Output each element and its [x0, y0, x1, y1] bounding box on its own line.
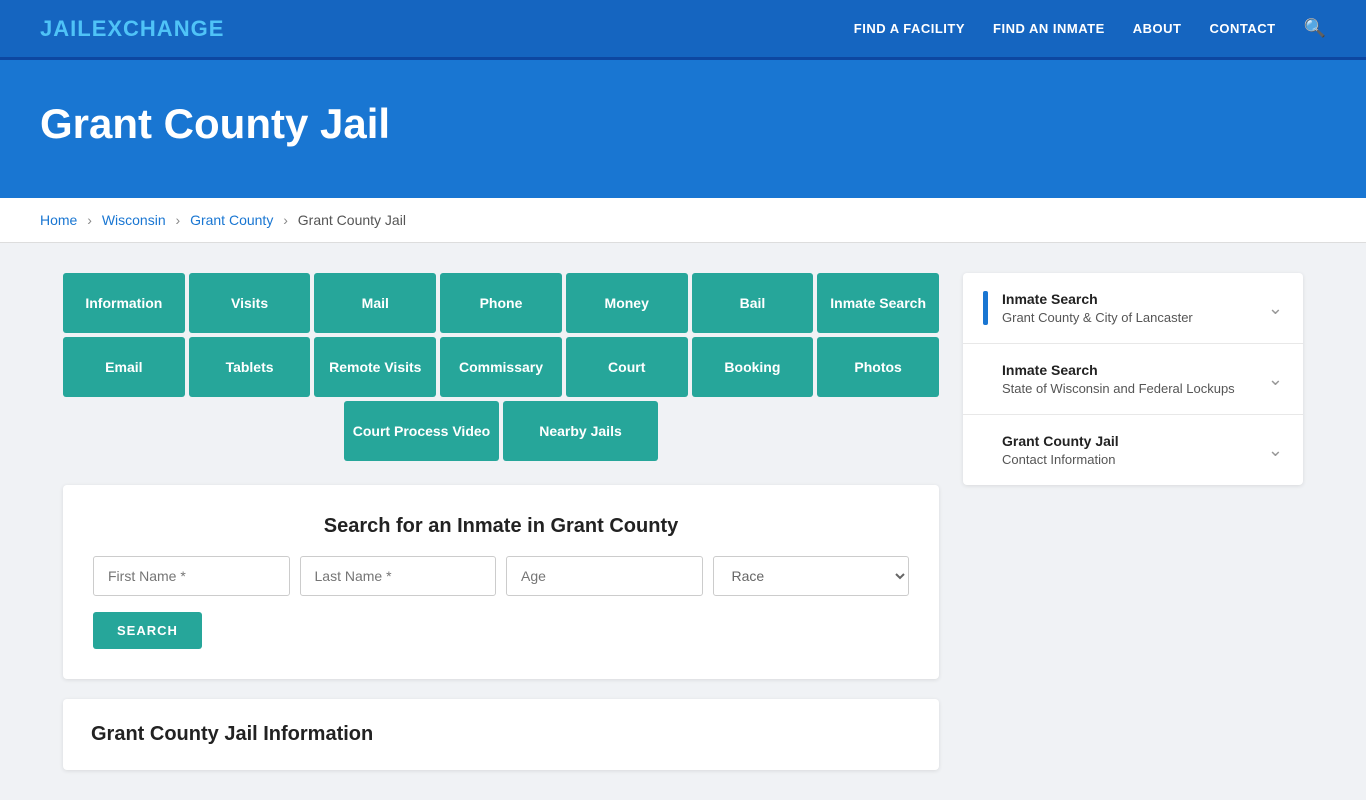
nav-links: FIND A FACILITY FIND AN INMATE ABOUT CON…: [854, 18, 1326, 39]
btn-mail[interactable]: Mail: [314, 273, 436, 333]
btn-remote-visits[interactable]: Remote Visits: [314, 337, 436, 397]
logo-jail: JAIL: [40, 16, 92, 41]
sidebar-item-left-3: Grant County Jail Contact Information: [983, 433, 1119, 467]
sidebar-contact-info[interactable]: Grant County Jail Contact Information ⌄: [963, 415, 1303, 485]
btn-court[interactable]: Court: [566, 337, 688, 397]
nav-about[interactable]: ABOUT: [1133, 21, 1182, 36]
sidebar-title-3: Grant County Jail: [1002, 433, 1119, 449]
chevron-down-icon-1: ⌄: [1268, 298, 1283, 319]
logo-exchange: EXCHANGE: [92, 16, 225, 41]
right-sidebar: Inmate Search Grant County & City of Lan…: [963, 273, 1303, 485]
sidebar-subtitle-3: Contact Information: [1002, 452, 1119, 467]
main-content: Information Visits Mail Phone Money Bail…: [33, 273, 1333, 770]
first-name-input[interactable]: [93, 556, 290, 596]
breadcrumb-sep-2: ›: [176, 212, 181, 228]
sidebar-accent-3: [983, 433, 988, 467]
sidebar-item-left-1: Inmate Search Grant County & City of Lan…: [983, 291, 1193, 325]
sidebar-inmate-search-local[interactable]: Inmate Search Grant County & City of Lan…: [963, 273, 1303, 344]
btn-email[interactable]: Email: [63, 337, 185, 397]
btn-tablets[interactable]: Tablets: [189, 337, 311, 397]
btn-information[interactable]: Information: [63, 273, 185, 333]
search-icon[interactable]: 🔍: [1304, 18, 1326, 39]
chevron-down-icon-2: ⌄: [1268, 369, 1283, 390]
sidebar-subtitle-1: Grant County & City of Lancaster: [1002, 310, 1193, 325]
btn-inmate-search[interactable]: Inmate Search: [817, 273, 939, 333]
sidebar-text-3: Grant County Jail Contact Information: [1002, 433, 1119, 467]
breadcrumb-wisconsin[interactable]: Wisconsin: [102, 212, 166, 228]
page-title: Grant County Jail: [40, 100, 1326, 148]
btn-booking[interactable]: Booking: [692, 337, 814, 397]
search-fields: Race White Black Hispanic Asian Other: [93, 556, 909, 596]
nav-contact[interactable]: CONTACT: [1209, 21, 1275, 36]
sidebar-text-1: Inmate Search Grant County & City of Lan…: [1002, 291, 1193, 325]
btn-photos[interactable]: Photos: [817, 337, 939, 397]
info-title: Grant County Jail Information: [91, 723, 911, 746]
sidebar-card: Inmate Search Grant County & City of Lan…: [963, 273, 1303, 485]
grid-row-2: Email Tablets Remote Visits Commissary C…: [63, 337, 939, 397]
left-column: Information Visits Mail Phone Money Bail…: [63, 273, 939, 770]
btn-phone[interactable]: Phone: [440, 273, 562, 333]
btn-bail[interactable]: Bail: [692, 273, 814, 333]
search-button[interactable]: SEARCH: [93, 612, 202, 649]
btn-visits[interactable]: Visits: [189, 273, 311, 333]
sidebar-inmate-search-state[interactable]: Inmate Search State of Wisconsin and Fed…: [963, 344, 1303, 415]
site-logo[interactable]: JAILEXCHANGE: [40, 16, 224, 42]
btn-money[interactable]: Money: [566, 273, 688, 333]
btn-nearby-jails[interactable]: Nearby Jails: [503, 401, 658, 461]
breadcrumb-sep-3: ›: [283, 212, 288, 228]
navbar: JAILEXCHANGE FIND A FACILITY FIND AN INM…: [0, 0, 1366, 60]
sidebar-item-left-2: Inmate Search State of Wisconsin and Fed…: [983, 362, 1235, 396]
breadcrumb-home[interactable]: Home: [40, 212, 77, 228]
sidebar-accent-2: [983, 362, 988, 396]
sidebar-text-2: Inmate Search State of Wisconsin and Fed…: [1002, 362, 1235, 396]
search-box: Search for an Inmate in Grant County Rac…: [63, 485, 939, 679]
btn-commissary[interactable]: Commissary: [440, 337, 562, 397]
nav-find-inmate[interactable]: FIND AN INMATE: [993, 21, 1105, 36]
breadcrumb-current: Grant County Jail: [298, 212, 406, 228]
sidebar-subtitle-2: State of Wisconsin and Federal Lockups: [1002, 381, 1235, 396]
age-input[interactable]: [506, 556, 703, 596]
grid-row-3: Court Process Video Nearby Jails: [63, 401, 939, 461]
sidebar-title-1: Inmate Search: [1002, 291, 1193, 307]
breadcrumb-grant-county[interactable]: Grant County: [190, 212, 273, 228]
grid-row-1: Information Visits Mail Phone Money Bail…: [63, 273, 939, 333]
btn-court-process-video[interactable]: Court Process Video: [344, 401, 499, 461]
chevron-down-icon-3: ⌄: [1268, 440, 1283, 461]
last-name-input[interactable]: [300, 556, 497, 596]
hero-section: Grant County Jail: [0, 60, 1366, 198]
info-section: Grant County Jail Information: [63, 699, 939, 770]
breadcrumb: Home › Wisconsin › Grant County › Grant …: [0, 198, 1366, 243]
sidebar-accent-1: [983, 291, 988, 325]
race-select[interactable]: Race White Black Hispanic Asian Other: [713, 556, 910, 596]
breadcrumb-sep-1: ›: [87, 212, 92, 228]
nav-find-facility[interactable]: FIND A FACILITY: [854, 21, 965, 36]
sidebar-title-2: Inmate Search: [1002, 362, 1235, 378]
search-title: Search for an Inmate in Grant County: [93, 515, 909, 538]
